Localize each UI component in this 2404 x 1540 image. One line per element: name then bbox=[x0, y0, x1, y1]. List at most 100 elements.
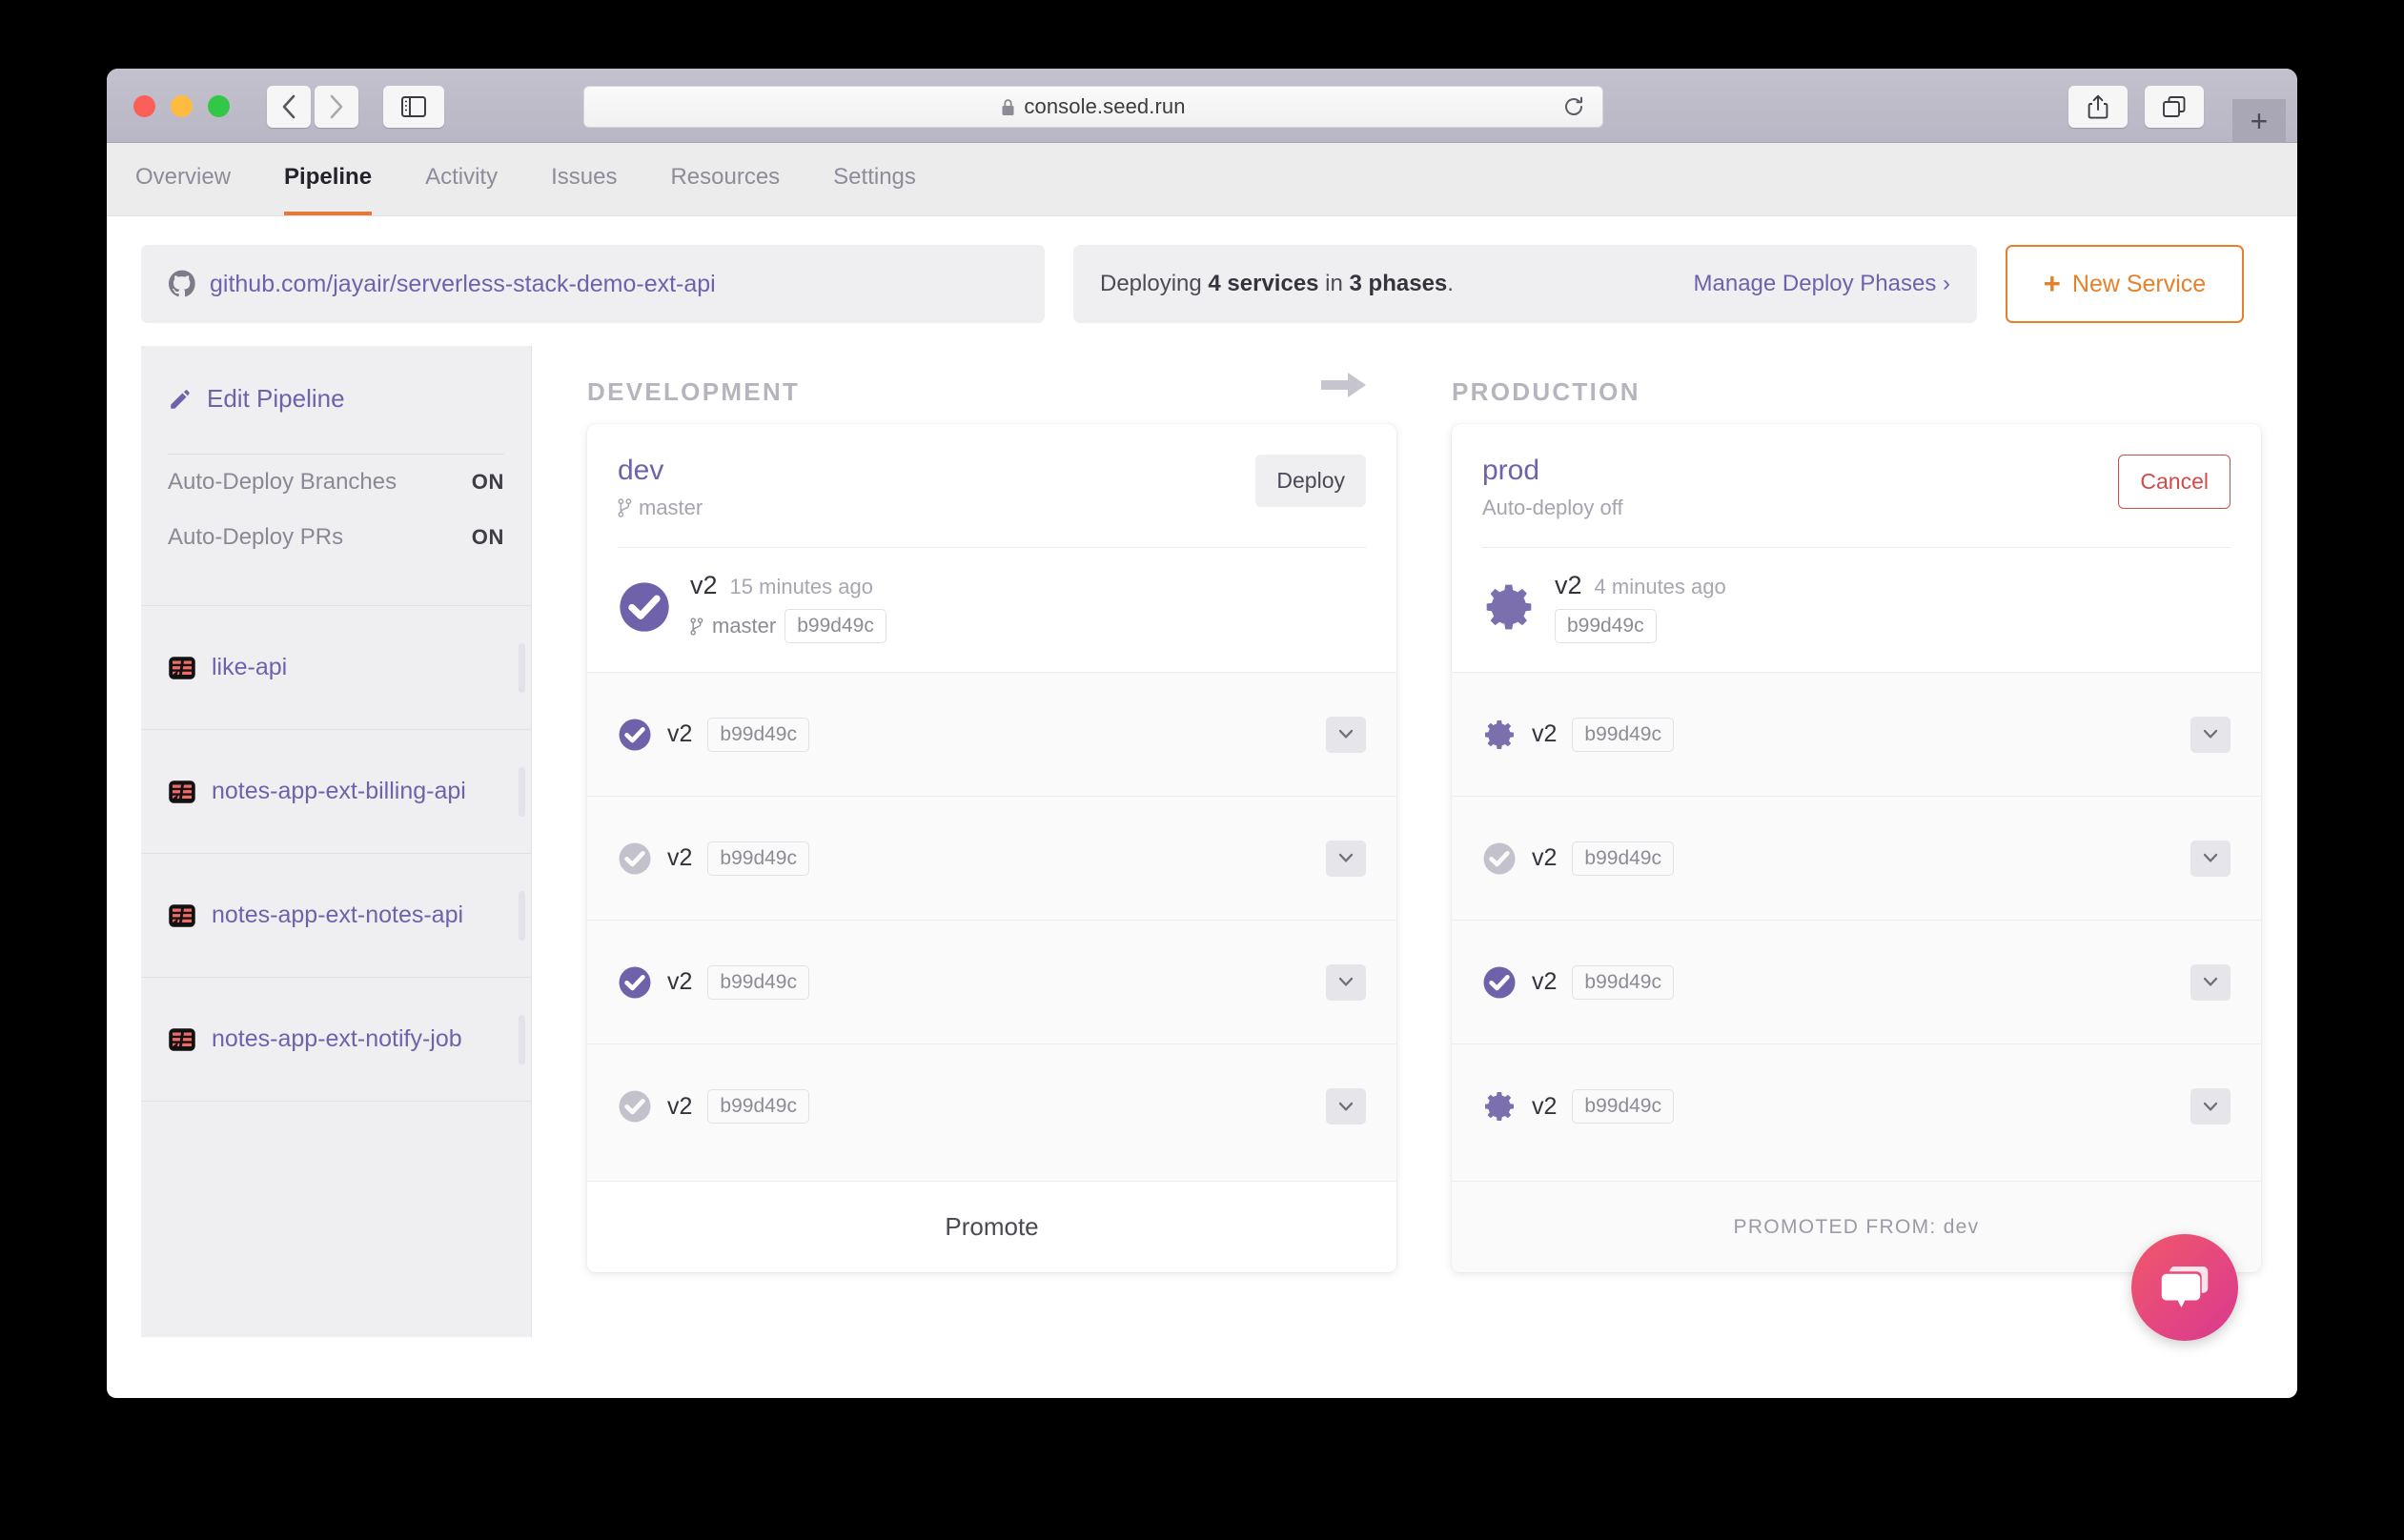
tab-settings[interactable]: Settings bbox=[833, 164, 916, 215]
stage-name-prod[interactable]: prod bbox=[1482, 455, 1623, 487]
build-row[interactable]: v2 b99d49c bbox=[1452, 1044, 2261, 1168]
sidebar-toggle-button[interactable] bbox=[383, 86, 444, 128]
forward-button[interactable] bbox=[315, 86, 358, 128]
build-row[interactable]: v2 b99d49c bbox=[587, 1044, 1396, 1168]
edit-pipeline-link[interactable]: Edit Pipeline bbox=[141, 346, 531, 414]
expand-build-button[interactable] bbox=[1326, 840, 1366, 877]
check-circle-icon bbox=[1483, 842, 1516, 874]
stage-subtitle: master bbox=[618, 496, 703, 520]
chevron-down-icon bbox=[1338, 853, 1354, 862]
expand-build-button[interactable] bbox=[2190, 1088, 2231, 1125]
url-text: console.seed.run bbox=[1024, 94, 1186, 118]
new-service-button[interactable]: + New Service bbox=[2006, 245, 2244, 323]
build-version: v2 bbox=[667, 1092, 693, 1120]
sidebar-item-notes-app-ext-billing-api[interactable]: notes-app-ext-billing-api bbox=[141, 730, 531, 854]
cancel-button[interactable]: Cancel bbox=[2118, 455, 2231, 509]
check-circle-icon bbox=[619, 842, 651, 874]
auto-deploy-prs-row[interactable]: Auto-Deploy PRs ON bbox=[141, 510, 531, 565]
build-row[interactable]: v2 b99d49c bbox=[587, 673, 1396, 797]
promote-button[interactable]: Promote bbox=[587, 1181, 1396, 1272]
auto-deploy-branches-row[interactable]: Auto-Deploy Branches ON bbox=[141, 455, 531, 510]
browser-window: console.seed.run + Overview Pipeline Act… bbox=[107, 69, 2297, 1398]
sidebar-toggle-icon bbox=[401, 96, 426, 117]
chevron-right-icon bbox=[330, 94, 343, 119]
address-bar[interactable]: console.seed.run bbox=[583, 86, 1603, 128]
sidebar-item-notes-app-ext-notify-job[interactable]: notes-app-ext-notify-job bbox=[141, 978, 531, 1102]
service-stack-icon bbox=[169, 903, 195, 927]
build-commit-chip: b99d49c bbox=[1572, 841, 1674, 876]
build-version: v2 bbox=[667, 844, 693, 871]
plus-icon: + bbox=[2250, 104, 2269, 138]
build-version: v2 bbox=[667, 720, 693, 747]
tab-activity[interactable]: Activity bbox=[425, 164, 498, 215]
build-row[interactable]: v2 b99d49c bbox=[587, 921, 1396, 1044]
build-commit-chip: b99d49c bbox=[707, 1089, 809, 1124]
repo-box[interactable]: github.com/jayair/serverless-stack-demo-… bbox=[141, 245, 1045, 323]
service-list: like-api notes-app-ext-billing-api notes… bbox=[141, 605, 531, 1102]
new-tab-button[interactable]: + bbox=[2232, 99, 2286, 143]
show-tabs-button[interactable] bbox=[2145, 86, 2204, 128]
repo-link[interactable]: github.com/jayair/serverless-stack-demo-… bbox=[210, 271, 716, 298]
chevron-down-icon bbox=[2203, 1102, 2218, 1111]
expand-build-button[interactable] bbox=[2190, 840, 2231, 877]
deploy-suffix: . bbox=[1447, 271, 1454, 296]
stage-name-dev[interactable]: dev bbox=[618, 455, 703, 487]
auto-deploy-status: Auto-deploy off bbox=[1482, 496, 1623, 519]
expand-build-button[interactable] bbox=[1326, 716, 1366, 753]
deploy-middle: in bbox=[1318, 271, 1350, 296]
check-circle-icon bbox=[619, 719, 651, 750]
share-button[interactable] bbox=[2068, 86, 2128, 128]
summary-version: v2 bbox=[690, 571, 718, 599]
expand-build-button[interactable] bbox=[2190, 716, 2231, 753]
sidebar-item-notes-app-ext-notes-api[interactable]: notes-app-ext-notes-api bbox=[141, 854, 531, 978]
stage-summary-row: v2 15 minutes ago master b99d49c bbox=[587, 548, 1396, 673]
maximize-window-button[interactable] bbox=[208, 95, 230, 117]
summary-version: v2 bbox=[1555, 571, 1582, 599]
build-row[interactable]: v2 b99d49c bbox=[587, 797, 1396, 921]
deploy-button[interactable]: Deploy bbox=[1255, 455, 1366, 507]
deploy-services-count: 4 services bbox=[1208, 271, 1319, 296]
expand-build-button[interactable] bbox=[2190, 963, 2231, 1001]
column-heading-development: DEVELOPMENT bbox=[587, 376, 801, 406]
check-circle-icon bbox=[619, 966, 651, 998]
build-row[interactable]: v2 b99d49c bbox=[1452, 921, 2261, 1044]
service-scrollbar[interactable] bbox=[519, 642, 525, 693]
expand-build-button[interactable] bbox=[1326, 963, 1366, 1001]
chat-widget-button[interactable] bbox=[2131, 1234, 2238, 1341]
sidebar-item-like-api[interactable]: like-api bbox=[141, 606, 531, 730]
chevron-left-icon bbox=[282, 94, 295, 119]
build-rows: v2 b99d49c v2 b99d49c v2 b99d49c v2 b99d… bbox=[1452, 673, 2261, 1181]
summary-commit-chip: b99d49c bbox=[1555, 609, 1657, 643]
build-row[interactable]: v2 b99d49c bbox=[1452, 797, 2261, 921]
back-button[interactable] bbox=[267, 86, 311, 128]
sidebar-item-label: notes-app-ext-notify-job bbox=[212, 1025, 462, 1052]
build-commit-chip: b99d49c bbox=[707, 841, 809, 876]
pipeline-body: Edit Pipeline Auto-Deploy Branches ON Au… bbox=[107, 346, 2297, 1337]
build-row[interactable]: v2 b99d49c bbox=[1452, 673, 2261, 797]
check-circle-icon bbox=[1483, 966, 1516, 998]
tab-resources[interactable]: Resources bbox=[670, 164, 780, 215]
minimize-window-button[interactable] bbox=[171, 95, 193, 117]
column-development: DEVELOPMENT dev master Deploy v2 15 minu… bbox=[587, 346, 1396, 1337]
service-stack-icon bbox=[169, 656, 195, 679]
service-scrollbar[interactable] bbox=[519, 766, 525, 817]
build-version: v2 bbox=[667, 968, 693, 995]
sidebar-item-label: notes-app-ext-notes-api bbox=[212, 902, 464, 928]
manage-deploy-phases-link[interactable]: Manage Deploy Phases › bbox=[1694, 271, 1950, 297]
service-scrollbar[interactable] bbox=[519, 1014, 525, 1064]
expand-build-button[interactable] bbox=[1326, 1088, 1366, 1125]
tab-pipeline[interactable]: Pipeline bbox=[284, 164, 373, 215]
service-scrollbar[interactable] bbox=[519, 890, 525, 941]
tab-issues[interactable]: Issues bbox=[551, 164, 617, 215]
close-window-button[interactable] bbox=[133, 95, 155, 117]
reload-icon[interactable] bbox=[1562, 95, 1585, 118]
tab-overview[interactable]: Overview bbox=[135, 164, 231, 215]
stage-branch-label: master bbox=[639, 496, 703, 519]
chat-bubble-icon bbox=[2161, 1266, 2209, 1307]
check-circle-icon bbox=[619, 1090, 651, 1123]
stage-summary-row: v2 4 minutes ago b99d49c bbox=[1452, 548, 2261, 673]
github-icon bbox=[169, 270, 195, 297]
chevron-down-icon bbox=[2203, 729, 2218, 739]
plus-icon: + bbox=[2043, 266, 2061, 300]
summary-timestamp: 15 minutes ago bbox=[729, 575, 873, 598]
